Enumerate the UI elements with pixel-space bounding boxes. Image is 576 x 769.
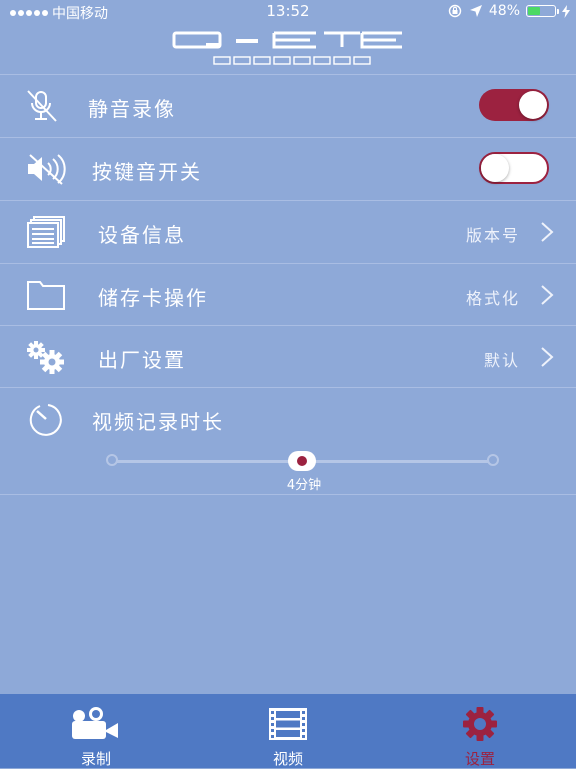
key-sound-label: 按键音开关 <box>92 160 202 184</box>
charging-bolt-icon <box>562 4 570 18</box>
factory-reset-value: 默认 <box>483 351 520 370</box>
tab-videos-label: 视频 <box>272 750 303 768</box>
rotation-lock-icon <box>448 4 462 18</box>
speaker-muted-icon <box>28 154 66 185</box>
document-stack-icon <box>27 216 65 248</box>
toggle-knob <box>481 154 509 182</box>
status-right: 48% <box>447 3 570 19</box>
record-duration-label: 视频记录时长 <box>92 410 224 434</box>
slider-max-marker <box>487 454 499 466</box>
setting-row-storage-card[interactable]: 储存卡操作 格式化 <box>0 263 576 326</box>
duration-slider-thumb[interactable] <box>288 451 316 471</box>
tab-bar: 录制 视频 设置 <box>0 694 576 768</box>
battery-icon <box>526 5 559 17</box>
chevron-right-icon <box>541 222 554 242</box>
tab-record-label: 录制 <box>80 750 111 768</box>
setting-row-device-info[interactable]: 设备信息 版本号 <box>0 200 576 263</box>
toggle-knob <box>519 91 547 119</box>
battery-percent: 48% <box>488 3 520 19</box>
timer-icon <box>29 404 62 436</box>
device-info-label: 设备信息 <box>98 223 186 247</box>
chevron-right-icon <box>541 285 554 305</box>
storage-card-label: 储存卡操作 <box>98 286 208 310</box>
storage-card-value: 格式化 <box>465 289 520 308</box>
tab-videos[interactable]: 视频 <box>192 694 384 768</box>
mic-muted-icon <box>27 90 57 122</box>
film-strip-icon <box>269 708 307 740</box>
factory-reset-label: 出厂设置 <box>98 348 186 372</box>
tab-settings[interactable]: 设置 <box>384 694 576 768</box>
setting-row-key-sound: 按键音开关 <box>0 137 576 200</box>
folder-icon <box>27 281 65 310</box>
battery-level <box>528 7 540 15</box>
app-logo <box>172 30 404 68</box>
mute-recording-toggle[interactable] <box>479 89 549 121</box>
tab-record[interactable]: 录制 <box>0 694 192 768</box>
chevron-right-icon <box>541 347 554 367</box>
duration-value: 4分钟 <box>286 478 322 493</box>
video-camera-icon <box>72 707 118 739</box>
key-sound-toggle[interactable] <box>479 152 549 184</box>
slider-min-marker <box>106 454 118 466</box>
setting-row-mute-recording: 静音录像 <box>0 74 576 137</box>
mute-recording-label: 静音录像 <box>88 97 176 121</box>
gears-icon <box>27 341 64 374</box>
device-info-value: 版本号 <box>465 226 520 245</box>
location-arrow-icon <box>469 5 482 17</box>
q-eye-logo-graphic <box>172 31 402 65</box>
gear-icon <box>463 707 497 741</box>
setting-row-factory-reset[interactable]: 出厂设置 默认 <box>0 325 576 388</box>
status-bar: 中国移动 13:52 48% <box>0 0 576 22</box>
tab-settings-label: 设置 <box>464 750 495 768</box>
